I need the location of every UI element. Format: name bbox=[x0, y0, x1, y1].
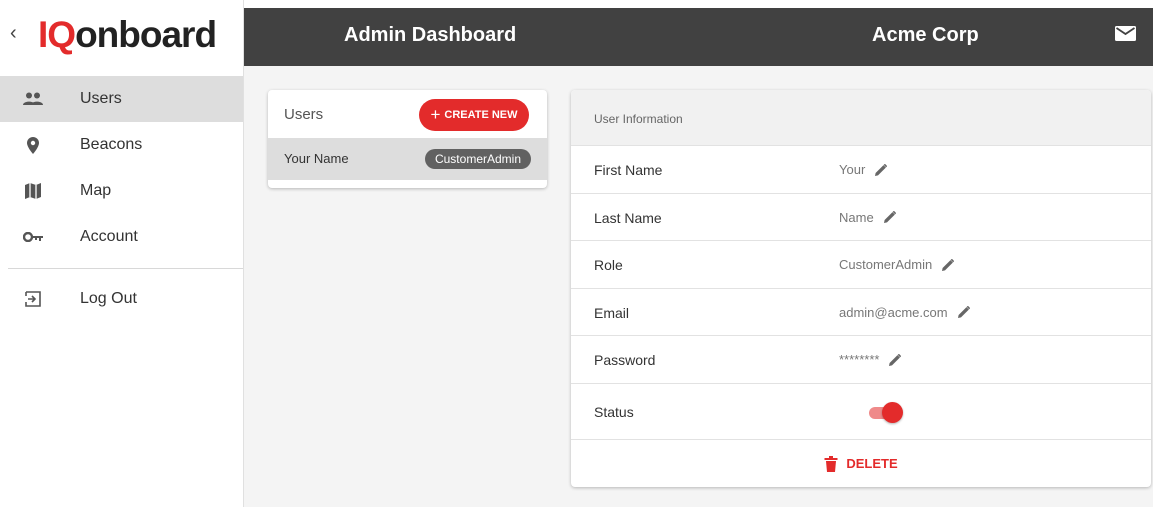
toggle-knob bbox=[882, 401, 903, 423]
sidebar-nav: Users Beacons Map Account Log Out bbox=[0, 76, 243, 322]
main-content: Users + CREATE NEW Your Name CustomerAdm… bbox=[244, 66, 1153, 507]
role-badge: CustomerAdmin bbox=[424, 149, 531, 169]
field-row-password: Password ******** bbox=[571, 336, 1151, 384]
people-icon bbox=[22, 88, 44, 110]
logo-onboard: onboard bbox=[75, 14, 217, 55]
logo-iq: IQ bbox=[38, 14, 76, 55]
field-value: admin@acme.com bbox=[839, 305, 970, 320]
user-information-title: User Information bbox=[594, 112, 683, 126]
field-value: Your bbox=[839, 162, 888, 177]
role-value: CustomerAdmin bbox=[839, 257, 933, 272]
delete-row: DELETE bbox=[571, 440, 1151, 488]
field-label: Password bbox=[594, 352, 656, 368]
field-row-last-name: Last Name Name bbox=[571, 194, 1151, 241]
field-row-role: Role CustomerAdmin bbox=[571, 241, 1151, 289]
create-new-button[interactable]: + CREATE NEW bbox=[419, 99, 529, 131]
sidebar-item-label: Map bbox=[80, 182, 112, 199]
field-value: Name bbox=[839, 210, 896, 225]
field-label: First Name bbox=[594, 162, 663, 178]
delete-label: DELETE bbox=[846, 456, 898, 471]
top-bar: Admin Dashboard Acme Corp bbox=[244, 8, 1153, 66]
field-label: Email bbox=[594, 304, 630, 321]
user-name: Your Name bbox=[284, 151, 349, 166]
field-value: ******** bbox=[839, 352, 902, 367]
users-panel-title: Users bbox=[284, 106, 324, 123]
sidebar-item-label: Beacons bbox=[80, 136, 143, 153]
user-list-item[interactable]: Your Name CustomerAdmin bbox=[268, 138, 547, 180]
create-new-label: CREATE NEW bbox=[444, 109, 518, 121]
edit-pencil-icon[interactable] bbox=[942, 258, 955, 271]
logo: IQonboard bbox=[38, 14, 217, 56]
first-name-value: Your bbox=[839, 162, 866, 177]
user-information-header: User Information bbox=[571, 90, 1151, 146]
back-chevron-icon[interactable]: ‹ bbox=[10, 22, 17, 45]
sidebar-item-label: Log Out bbox=[80, 290, 137, 307]
sidebar-item-account[interactable]: Account bbox=[0, 214, 243, 260]
field-row-email: Email admin@acme.com bbox=[571, 289, 1151, 336]
organization-name: Acme Corp bbox=[872, 24, 979, 46]
sidebar-item-label: Users bbox=[80, 90, 122, 107]
delete-button[interactable]: DELETE bbox=[824, 455, 898, 472]
edit-pencil-icon[interactable] bbox=[889, 353, 902, 366]
field-row-status: Status bbox=[571, 384, 1151, 440]
field-label: Last Name bbox=[594, 209, 662, 226]
brand: ‹ IQonboard bbox=[0, 8, 244, 68]
edit-pencil-icon[interactable] bbox=[875, 163, 888, 176]
edit-pencil-icon[interactable] bbox=[883, 211, 896, 223]
logout-icon bbox=[22, 288, 44, 310]
key-icon bbox=[22, 226, 44, 248]
field-label: Role bbox=[594, 257, 623, 273]
sidebar-item-label: Account bbox=[80, 228, 138, 245]
edit-pencil-icon[interactable] bbox=[957, 306, 970, 318]
sidebar-divider bbox=[8, 268, 243, 269]
trash-icon bbox=[824, 455, 838, 472]
location-pin-icon bbox=[22, 134, 44, 156]
page-title: Admin Dashboard bbox=[344, 24, 517, 46]
mail-icon[interactable] bbox=[1115, 25, 1137, 47]
sidebar: ‹ IQonboard Users Beacons Map Account Lo… bbox=[0, 0, 244, 507]
field-label: Status bbox=[594, 403, 634, 420]
sidebar-item-map[interactable]: Map bbox=[0, 168, 243, 214]
users-panel: Users + CREATE NEW Your Name CustomerAdm… bbox=[268, 90, 547, 188]
sidebar-item-beacons[interactable]: Beacons bbox=[0, 122, 243, 168]
password-value: ******** bbox=[839, 352, 880, 367]
sidebar-item-users[interactable]: Users bbox=[0, 76, 243, 122]
user-information-panel: User Information First Name Your Last Na… bbox=[571, 90, 1151, 487]
email-value: admin@acme.com bbox=[839, 304, 948, 320]
users-panel-header: Users + CREATE NEW bbox=[268, 90, 547, 138]
last-name-value: Name bbox=[839, 209, 874, 225]
status-toggle[interactable] bbox=[867, 401, 903, 423]
sidebar-item-logout[interactable]: Log Out bbox=[0, 276, 243, 322]
plus-icon: + bbox=[430, 105, 441, 124]
field-value: CustomerAdmin bbox=[839, 257, 955, 272]
field-row-first-name: First Name Your bbox=[571, 146, 1151, 194]
map-icon bbox=[22, 180, 44, 202]
app-root: ‹ IQonboard Users Beacons Map Account Lo… bbox=[0, 0, 1153, 507]
